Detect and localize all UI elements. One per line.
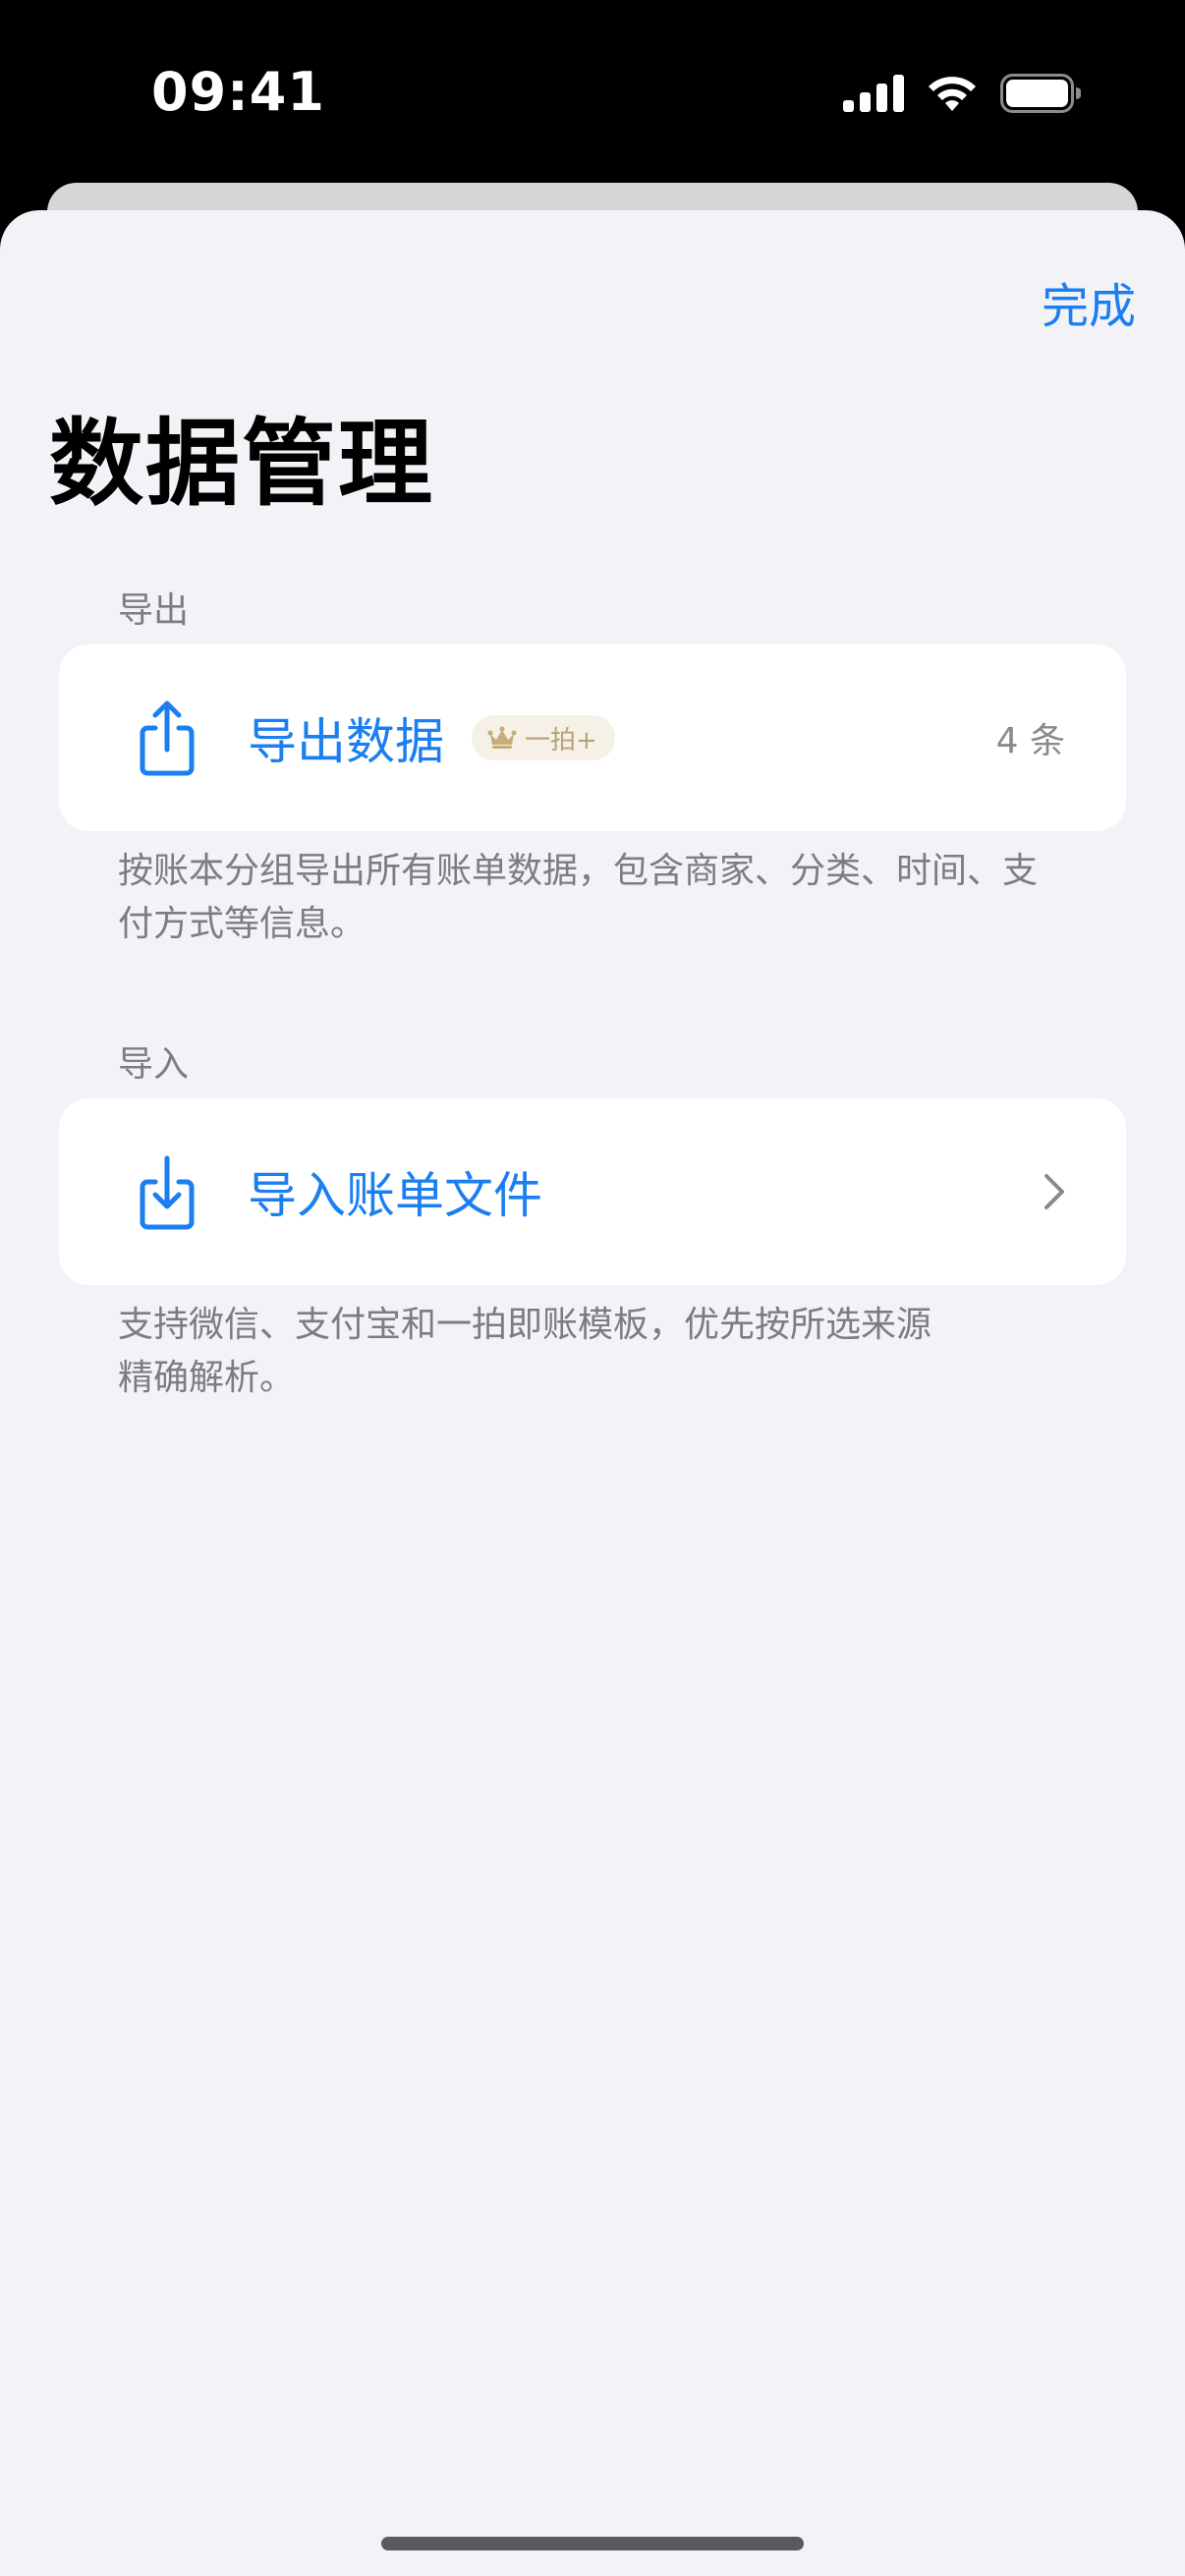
import-bill-file-row[interactable]: 导入账单文件 <box>59 1098 1126 1285</box>
status-icons <box>843 71 1081 116</box>
export-data-row[interactable]: 导出数据 一拍+ 4 条 <box>59 644 1126 831</box>
data-management-sheet: 完成 数据管理 导出 导出数据 一拍+ 4 条 按账本分组导出所有账单数据，包含… <box>0 210 1185 2576</box>
record-count: 4 条 <box>995 721 1065 761</box>
download-import-icon <box>140 1155 195 1230</box>
page-title: 数据管理 <box>49 409 434 519</box>
crown-icon <box>487 726 517 749</box>
import-section-header: 导入 <box>118 1044 190 1085</box>
pro-badge-label: 一拍+ <box>525 725 597 756</box>
export-section-footer: 按账本分组导出所有账单数据，包含商家、分类、时间、支付方式等信息。 <box>118 851 1039 944</box>
import-footer-line-2: 精确解析。 <box>118 1358 296 1398</box>
share-export-icon <box>140 700 195 776</box>
pro-badge: 一拍+ <box>472 715 615 760</box>
export-section-header: 导出 <box>118 590 190 631</box>
chevron-right-icon <box>1044 1174 1064 1209</box>
status-bar: 09:41 <box>0 0 1185 187</box>
cellular-signal-icon <box>843 75 904 112</box>
battery-icon <box>1000 74 1081 113</box>
import-section-footer: 支持微信、支付宝和一拍即账模板，优先按所选来源 精确解析。 <box>118 1299 1071 1405</box>
export-data-label: 导出数据 <box>248 713 444 770</box>
done-button[interactable]: 完成 <box>1042 267 1136 336</box>
import-bill-file-label: 导入账单文件 <box>248 1167 542 1224</box>
home-indicator[interactable] <box>381 2537 804 2550</box>
status-time: 09:41 <box>151 61 325 123</box>
import-footer-line-1: 支持微信、支付宝和一拍即账模板，优先按所选来源 <box>118 1305 932 1345</box>
wifi-icon <box>929 77 976 111</box>
